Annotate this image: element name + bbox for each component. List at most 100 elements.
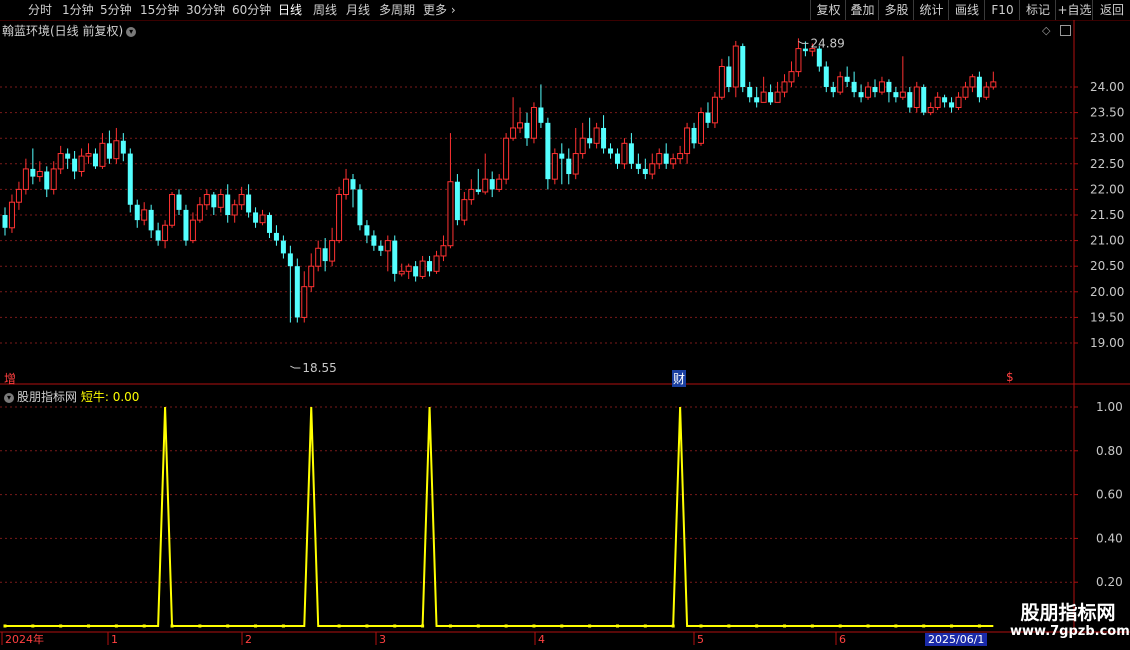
candle-body bbox=[844, 76, 850, 82]
indicator-point bbox=[3, 624, 7, 628]
chevron-down-icon[interactable]: ▾ bbox=[4, 392, 14, 403]
candle bbox=[927, 102, 934, 116]
candle bbox=[266, 212, 272, 239]
time-label: 2024年 bbox=[5, 632, 44, 646]
candle bbox=[357, 184, 363, 231]
zeng-marker[interactable]: 增 bbox=[4, 370, 16, 387]
candle-body bbox=[447, 181, 454, 247]
candle-body bbox=[294, 266, 300, 318]
indicator-point bbox=[866, 624, 870, 628]
candle bbox=[747, 81, 753, 103]
low-pointer bbox=[290, 365, 301, 369]
candle-body bbox=[357, 189, 363, 226]
candle bbox=[72, 151, 78, 180]
indicator-point bbox=[699, 624, 703, 628]
candle-body bbox=[830, 87, 836, 93]
candle bbox=[196, 197, 203, 223]
candle-body bbox=[942, 97, 948, 103]
candle-body bbox=[670, 158, 677, 165]
candle-body bbox=[976, 76, 982, 98]
candle bbox=[280, 235, 286, 259]
candle-body bbox=[983, 86, 990, 98]
candle bbox=[760, 76, 767, 103]
candle-body bbox=[113, 140, 120, 160]
price-label: 23.50 bbox=[1090, 106, 1124, 120]
candle bbox=[489, 171, 495, 198]
candle bbox=[579, 122, 586, 159]
candle-body bbox=[440, 245, 447, 257]
candle bbox=[830, 81, 836, 98]
candle-body bbox=[934, 96, 941, 108]
candle bbox=[57, 145, 64, 175]
indicator-point bbox=[114, 624, 118, 628]
candle-body bbox=[99, 142, 106, 167]
indicator-point bbox=[59, 624, 63, 628]
candle-body bbox=[551, 153, 558, 180]
candle bbox=[608, 143, 614, 159]
candle bbox=[176, 189, 182, 215]
candle-body bbox=[266, 215, 272, 233]
candle-body bbox=[329, 240, 336, 262]
indicator-name: 短牛 bbox=[80, 390, 105, 404]
time-label: 4 bbox=[538, 633, 545, 646]
candle bbox=[990, 71, 997, 90]
candle bbox=[127, 148, 133, 213]
indicator-point bbox=[838, 624, 842, 628]
candle bbox=[217, 189, 224, 213]
candle-body bbox=[774, 91, 781, 103]
candle-body bbox=[740, 46, 746, 87]
cai-marker[interactable]: 财 bbox=[672, 370, 687, 387]
candle bbox=[899, 56, 906, 100]
candle bbox=[726, 56, 732, 93]
candle-body bbox=[677, 153, 684, 160]
candle-body bbox=[301, 286, 308, 318]
price-label: 21.50 bbox=[1090, 208, 1124, 222]
candle bbox=[329, 227, 336, 267]
candle bbox=[913, 81, 920, 113]
candle-body bbox=[231, 204, 238, 216]
candle bbox=[440, 235, 447, 262]
indicator-point bbox=[142, 624, 146, 628]
candle bbox=[907, 87, 913, 113]
candle bbox=[287, 245, 293, 323]
candle-body bbox=[635, 163, 641, 169]
indicator-point bbox=[615, 624, 619, 628]
candle-body bbox=[545, 122, 551, 180]
indicator-point bbox=[254, 624, 258, 628]
high-pointer bbox=[798, 40, 809, 44]
candle bbox=[454, 174, 460, 226]
candle bbox=[468, 179, 475, 205]
candle bbox=[15, 181, 22, 210]
candle bbox=[475, 168, 481, 195]
candle bbox=[642, 158, 648, 180]
candle bbox=[670, 153, 677, 169]
candle-body bbox=[788, 71, 795, 83]
candle-body bbox=[837, 76, 844, 93]
candle bbox=[392, 235, 398, 282]
candle-body bbox=[141, 209, 148, 221]
candle-body bbox=[259, 214, 266, 224]
kline-chart[interactable]: 24.89 18.55 24.00 23.50 23.00 22.50 22.00 21.5… bbox=[0, 0, 1130, 650]
candle-body bbox=[489, 179, 495, 190]
candle bbox=[413, 261, 419, 282]
indicator-scale-label: 1.00 bbox=[1096, 400, 1123, 414]
candle bbox=[510, 97, 517, 141]
candle bbox=[398, 263, 405, 277]
candle bbox=[684, 122, 691, 164]
dollar-marker[interactable]: $ bbox=[1006, 370, 1014, 384]
indicator-point bbox=[337, 624, 341, 628]
candle bbox=[976, 71, 982, 103]
price-label: 22.00 bbox=[1090, 182, 1124, 196]
candle bbox=[30, 148, 36, 185]
candle bbox=[614, 148, 620, 169]
candle-body bbox=[524, 122, 530, 139]
candle-body bbox=[530, 106, 537, 139]
indicator-point bbox=[448, 624, 452, 628]
indicator-point bbox=[87, 624, 91, 628]
candle-body bbox=[621, 142, 628, 165]
candle-body bbox=[8, 201, 15, 229]
candle bbox=[238, 186, 245, 210]
candle bbox=[496, 174, 503, 192]
candle bbox=[148, 204, 154, 239]
candle bbox=[566, 148, 572, 185]
